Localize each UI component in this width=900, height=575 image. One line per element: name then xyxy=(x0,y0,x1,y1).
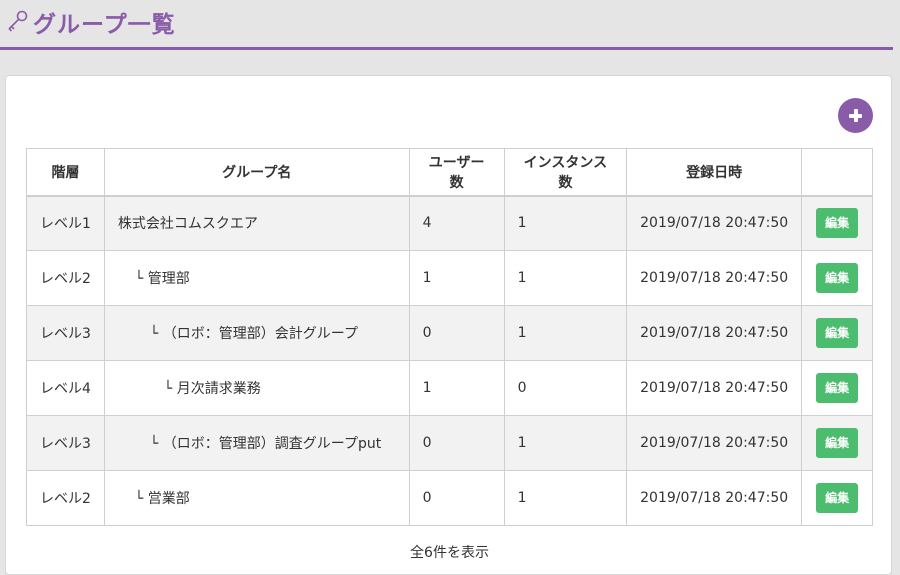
group-name: └ （ロボ：管理部）会計グループ xyxy=(149,326,358,342)
cell-registered: 2019/07/18 20:47:50 xyxy=(626,415,803,471)
cell-registered: 2019/07/18 20:47:50 xyxy=(626,360,803,416)
table-row: レベル3 └ （ロボ：管理部）会計グループ 0 1 2019/07/18 20:… xyxy=(26,305,873,361)
cell-level: レベル2 xyxy=(26,470,105,526)
table-row: レベル2 └ 営業部 0 1 2019/07/18 20:47:50 編集 xyxy=(26,470,873,526)
edit-button[interactable]: 編集 xyxy=(816,483,859,513)
group-name: 株式会社コムスクエア xyxy=(117,216,258,233)
table-row: レベル3 └ （ロボ：管理部）調査グループput 0 1 2019/07/18 … xyxy=(26,415,873,471)
cell-group-name: └ 管理部 xyxy=(103,250,410,306)
cell-users: 1 xyxy=(408,250,505,306)
cell-users: 0 xyxy=(408,305,505,361)
cell-users: 4 xyxy=(408,195,505,251)
cell-actions: 編集 xyxy=(801,470,873,526)
table-row: レベル1 株式会社コムスクエア 4 1 2019/07/18 20:47:50 … xyxy=(26,195,873,251)
cell-actions: 編集 xyxy=(801,360,873,416)
cell-users: 0 xyxy=(408,415,505,471)
group-list-panel: 階層 グループ名 ユーザー数 インスタンス数 登録日時 レベル1 株式会社コムス… xyxy=(5,75,892,575)
cell-instances: 1 xyxy=(503,415,628,471)
cell-instances: 1 xyxy=(503,470,628,526)
key-icon xyxy=(8,10,28,32)
cell-registered: 2019/07/18 20:47:50 xyxy=(626,195,803,251)
group-name: └ 営業部 xyxy=(134,491,190,507)
column-header-registered[interactable]: 登録日時 xyxy=(626,148,803,197)
add-group-button[interactable] xyxy=(838,98,873,133)
cell-instances: 0 xyxy=(503,360,628,416)
column-header-level[interactable]: 階層 xyxy=(26,148,105,197)
record-count: 全6件を表示 xyxy=(410,545,489,561)
cell-instances: 1 xyxy=(503,250,628,306)
cell-group-name: └ 月次請求業務 xyxy=(103,360,410,416)
cell-group-name: 株式会社コムスクエア xyxy=(103,195,410,251)
cell-users: 0 xyxy=(408,470,505,526)
column-header-users[interactable]: ユーザー数 xyxy=(408,148,505,197)
cell-group-name: └ 営業部 xyxy=(103,470,410,526)
cell-actions: 編集 xyxy=(801,305,873,361)
group-table: 階層 グループ名 ユーザー数 インスタンス数 登録日時 レベル1 株式会社コムス… xyxy=(26,148,873,526)
column-header-actions xyxy=(801,148,873,197)
cell-actions: 編集 xyxy=(801,250,873,306)
edit-button[interactable]: 編集 xyxy=(816,208,859,239)
edit-button[interactable]: 編集 xyxy=(816,428,859,458)
group-name: └ 月次請求業務 xyxy=(163,381,261,397)
group-name: └ 管理部 xyxy=(134,271,190,287)
cell-registered: 2019/07/18 20:47:50 xyxy=(626,305,803,361)
cell-instances: 1 xyxy=(503,305,628,361)
cell-actions: 編集 xyxy=(801,195,873,251)
page-title: グループ一覧 xyxy=(33,12,176,38)
edit-button[interactable]: 編集 xyxy=(816,263,859,293)
page-header: グループ一覧 xyxy=(0,0,893,50)
edit-button[interactable]: 編集 xyxy=(816,318,859,348)
group-name: └ （ロボ：管理部）調査グループput xyxy=(149,436,382,452)
cell-level: レベル4 xyxy=(26,360,105,416)
cell-group-name: └ （ロボ：管理部）調査グループput xyxy=(103,415,410,471)
cell-level: レベル1 xyxy=(26,195,105,251)
cell-registered: 2019/07/18 20:47:50 xyxy=(626,250,803,306)
cell-level: レベル3 xyxy=(26,415,105,471)
table-row: レベル4 └ 月次請求業務 1 0 2019/07/18 20:47:50 編集 xyxy=(26,360,873,416)
column-header-group-name[interactable]: グループ名 xyxy=(103,148,410,197)
cell-actions: 編集 xyxy=(801,415,873,471)
cell-registered: 2019/07/18 20:47:50 xyxy=(626,470,803,526)
cell-users: 1 xyxy=(408,360,505,416)
cell-level: レベル2 xyxy=(26,250,105,306)
cell-group-name: └ （ロボ：管理部）会計グループ xyxy=(103,305,410,361)
cell-instances: 1 xyxy=(503,195,628,251)
cell-level: レベル3 xyxy=(26,305,105,361)
column-header-instances[interactable]: インスタンス数 xyxy=(503,148,628,197)
table-header-row: 階層 グループ名 ユーザー数 インスタンス数 登録日時 xyxy=(26,148,873,197)
table-row: レベル2 └ 管理部 1 1 2019/07/18 20:47:50 編集 xyxy=(26,250,873,306)
edit-button[interactable]: 編集 xyxy=(816,373,859,403)
